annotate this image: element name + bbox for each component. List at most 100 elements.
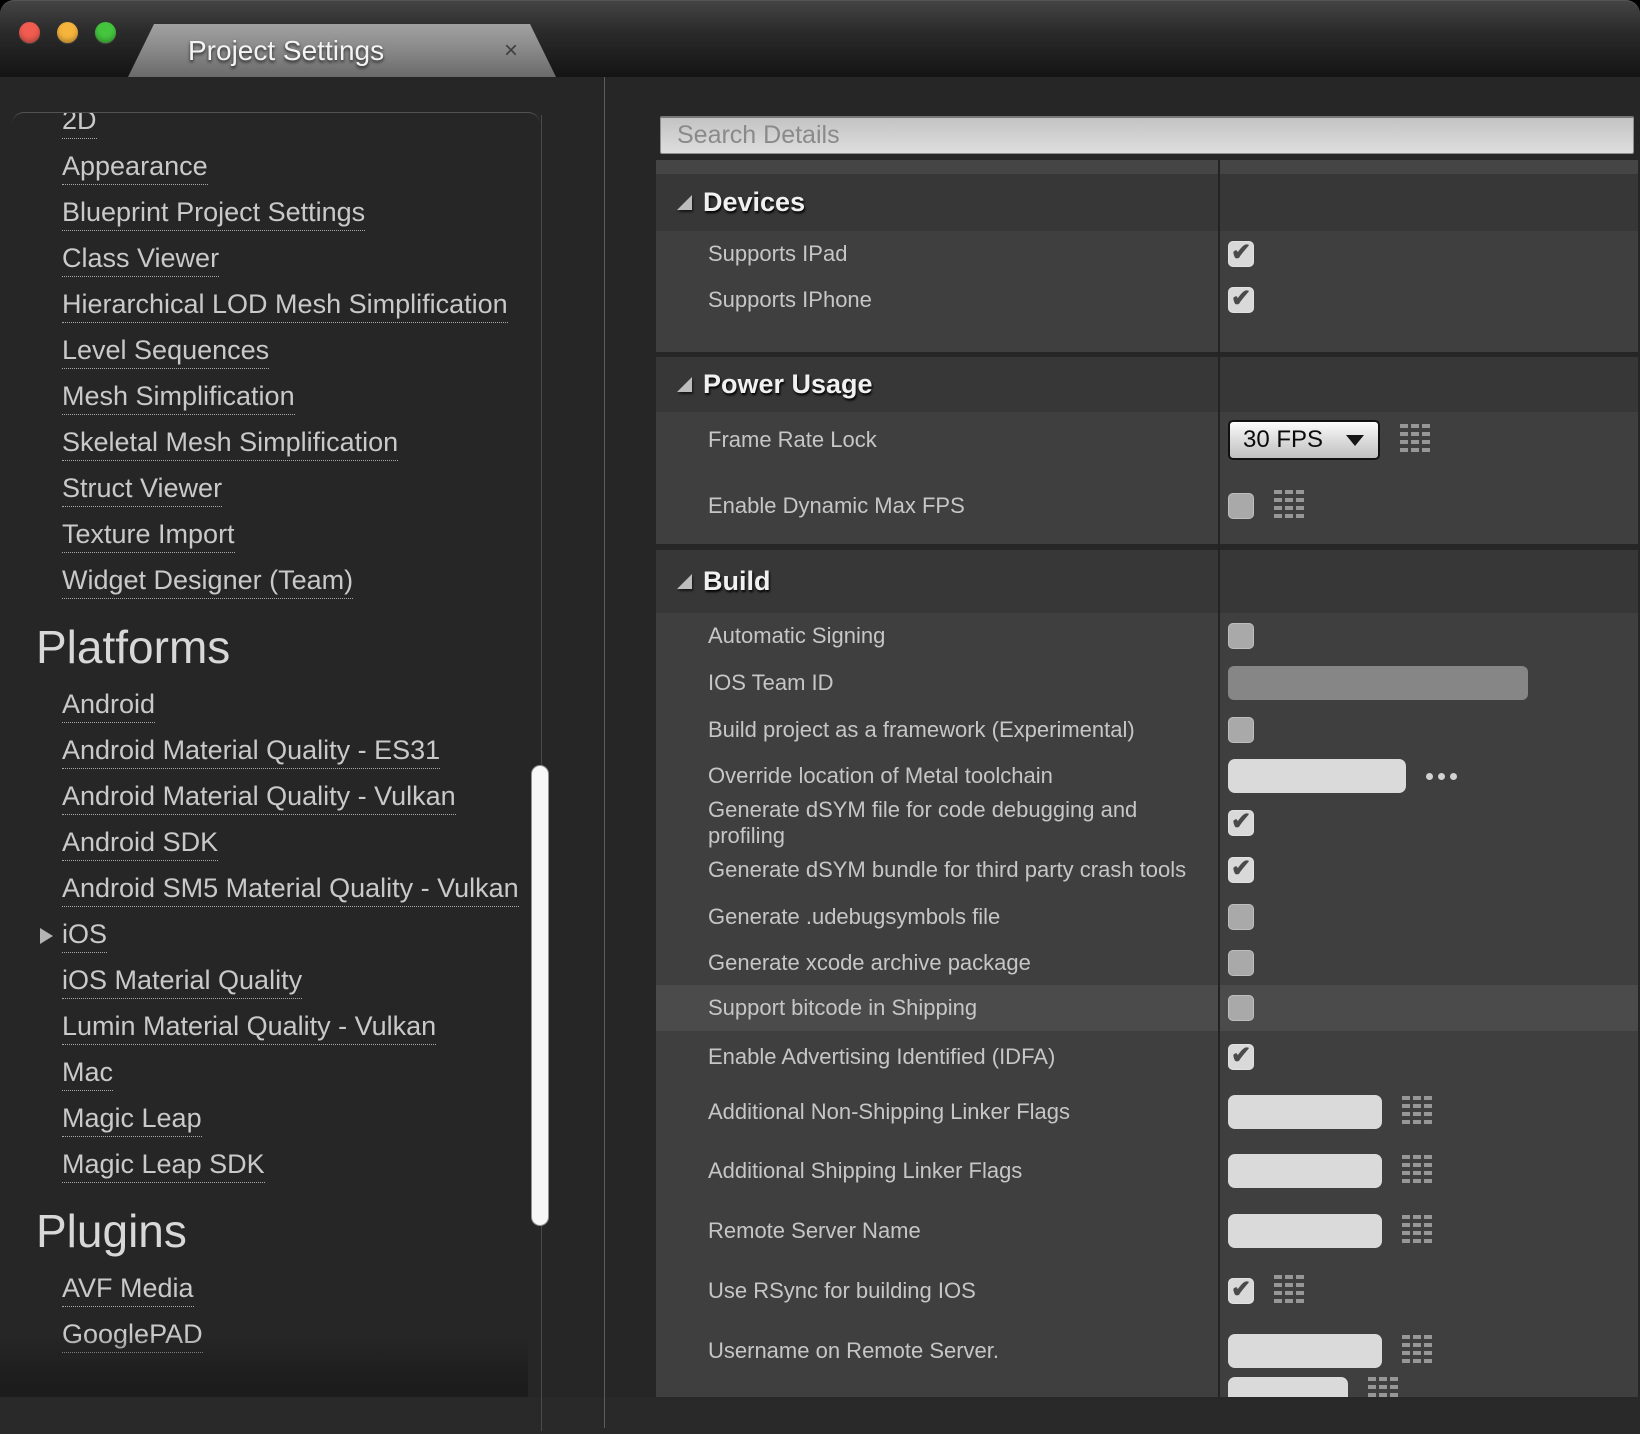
sidebar-item-android-material-quality-es31[interactable]: Android Material Quality - ES31 <box>12 729 540 775</box>
frame-rate-dropdown[interactable]: 30 FPS <box>1228 420 1380 460</box>
property-row[interactable]: Build project as a framework (Experiment… <box>656 707 1638 753</box>
section-title: Power Usage <box>703 369 873 400</box>
search-input[interactable] <box>660 116 1634 154</box>
tab-close-icon[interactable]: × <box>504 39 518 63</box>
section-header-build[interactable]: Build <box>656 550 1638 613</box>
checkbox-checked[interactable]: ✔ <box>1228 287 1254 313</box>
checkbox-unchecked[interactable] <box>1228 904 1254 930</box>
property-row[interactable]: Use RSync for building IOS ✔ <box>656 1261 1638 1321</box>
section-rows: Frame Rate Lock 30 FPS Enable Dynamic Ma… <box>656 412 1638 544</box>
property-row[interactable] <box>656 1381 1638 1397</box>
details-table: Devices Supports IPad ✔ Supports IPhone … <box>656 160 1638 1397</box>
text-field[interactable] <box>1228 1334 1382 1368</box>
grid-icon[interactable] <box>1400 424 1430 456</box>
sidebar-item-googlepad[interactable]: GooglePAD <box>12 1313 540 1359</box>
grid-icon[interactable] <box>1402 1215 1432 1247</box>
property-row[interactable]: Enable Advertising Identified (IDFA) ✔ <box>656 1031 1638 1083</box>
grid-icon[interactable] <box>1402 1335 1432 1367</box>
property-label: Additional Non-Shipping Linker Flags <box>708 1099 1070 1124</box>
sidebar-item-android-sm5-material-quality-vulkan[interactable]: Android SM5 Material Quality - Vulkan <box>12 867 540 913</box>
text-field[interactable] <box>1228 666 1528 700</box>
property-row[interactable]: Additional Non-Shipping Linker Flags <box>656 1083 1638 1141</box>
property-label: Automatic Signing <box>708 623 885 648</box>
property-label: Generate dSYM file for code debugging an… <box>708 797 1137 848</box>
checkbox-checked[interactable]: ✔ <box>1228 810 1254 836</box>
sidebar-item-class-viewer[interactable]: Class Viewer <box>12 237 540 283</box>
grid-icon[interactable] <box>1274 490 1304 522</box>
checkbox-unchecked[interactable] <box>1228 950 1254 976</box>
sidebar-item-magic-leap-sdk[interactable]: Magic Leap SDK <box>12 1143 540 1189</box>
property-label: Frame Rate Lock <box>708 427 877 452</box>
sidebar-item-hierarchical-lod-mesh-simplification[interactable]: Hierarchical LOD Mesh Simplification <box>12 283 540 329</box>
sidebar-item-mac[interactable]: Mac <box>12 1051 540 1097</box>
check-mark-icon: ✔ <box>1231 857 1251 881</box>
checkbox-checked[interactable]: ✔ <box>1228 1278 1254 1304</box>
sidebar-item-ios-material-quality[interactable]: iOS Material Quality <box>12 959 540 1005</box>
property-label: Build project as a framework (Experiment… <box>708 717 1135 742</box>
sidebar-item-struct-viewer[interactable]: Struct Viewer <box>12 467 540 513</box>
text-field[interactable] <box>1228 1377 1348 1397</box>
checkbox-unchecked[interactable] <box>1228 623 1254 649</box>
sidebar-scrollbar-thumb[interactable] <box>531 765 549 1226</box>
sidebar-item-blueprint-project-settings[interactable]: Blueprint Project Settings <box>12 191 540 237</box>
sidebar-item-avf-media[interactable]: AVF Media <box>12 1267 540 1313</box>
property-row[interactable]: Support bitcode in Shipping <box>656 985 1638 1031</box>
sidebar-item-lumin-material-quality-vulkan[interactable]: Lumin Material Quality - Vulkan <box>12 1005 540 1051</box>
property-row[interactable]: Enable Dynamic Max FPS <box>656 468 1638 544</box>
property-row[interactable]: Automatic Signing <box>656 613 1638 659</box>
property-row[interactable]: Additional Shipping Linker Flags <box>656 1141 1638 1201</box>
sidebar-item-level-sequences[interactable]: Level Sequences <box>12 329 540 375</box>
check-mark-icon: ✔ <box>1231 287 1251 311</box>
close-button[interactable] <box>19 22 40 43</box>
sidebar-item-skeletal-mesh-simplification[interactable]: Skeletal Mesh Simplification <box>12 421 540 467</box>
text-field[interactable] <box>1228 759 1406 793</box>
checkbox-checked[interactable]: ✔ <box>1228 857 1254 883</box>
tab-project-settings[interactable]: Project Settings × <box>128 24 556 77</box>
sidebar-item-magic-leap[interactable]: Magic Leap <box>12 1097 540 1143</box>
sidebar-item-android[interactable]: Android <box>12 683 540 729</box>
property-row[interactable]: Generate xcode archive package <box>656 940 1638 985</box>
text-field[interactable] <box>1228 1214 1382 1248</box>
grid-icon[interactable] <box>1274 1275 1304 1307</box>
grid-icon[interactable] <box>1402 1155 1432 1187</box>
property-label: Support bitcode in Shipping <box>708 995 977 1020</box>
checkbox-checked[interactable]: ✔ <box>1228 241 1254 267</box>
section-header-devices[interactable]: Devices <box>656 174 1638 231</box>
property-row[interactable]: Supports IPad ✔ <box>656 231 1638 277</box>
property-row[interactable]: Remote Server Name <box>656 1201 1638 1261</box>
property-row[interactable]: Generate dSYM file for code debugging an… <box>656 799 1638 846</box>
sidebar-item-appearance[interactable]: Appearance <box>12 145 540 191</box>
checkbox-checked[interactable]: ✔ <box>1228 1044 1254 1070</box>
settings-section: Build Automatic Signing IOS Team ID Buil… <box>656 550 1638 1397</box>
expand-arrow-icon <box>40 928 53 944</box>
sidebar-item-android-material-quality-vulkan[interactable]: Android Material Quality - Vulkan <box>12 775 540 821</box>
sidebar-item-widget-designer-team[interactable]: Widget Designer (Team) <box>12 559 540 605</box>
grid-icon[interactable] <box>1368 1377 1398 1397</box>
section-header-power-usage[interactable]: Power Usage <box>656 357 1638 412</box>
sidebar-item-android-sdk[interactable]: Android SDK <box>12 821 540 867</box>
zoom-button[interactable] <box>95 22 116 43</box>
property-label: Username on Remote Server. <box>708 1338 999 1363</box>
text-field[interactable] <box>1228 1154 1382 1188</box>
sidebar-item-texture-import[interactable]: Texture Import <box>12 513 540 559</box>
property-row[interactable]: IOS Team ID <box>656 659 1638 707</box>
text-field[interactable] <box>1228 1095 1382 1129</box>
check-mark-icon: ✔ <box>1231 1278 1251 1302</box>
minimize-button[interactable] <box>57 22 78 43</box>
sidebar-item-ios[interactable]: iOS <box>12 913 540 959</box>
property-row[interactable]: Supports IPhone ✔ <box>656 277 1638 323</box>
sidebar-item-mesh-simplification[interactable]: Mesh Simplification <box>12 375 540 421</box>
section-rows: Automatic Signing IOS Team ID Build proj… <box>656 613 1638 1397</box>
property-row[interactable]: Frame Rate Lock 30 FPS <box>656 412 1638 468</box>
checkbox-unchecked[interactable] <box>1228 995 1254 1021</box>
tab-title: Project Settings <box>128 35 384 67</box>
grid-icon[interactable] <box>1402 1096 1432 1128</box>
ellipsis-icon[interactable] <box>1426 773 1457 780</box>
property-row[interactable]: Override location of Metal toolchain <box>656 753 1638 799</box>
sidebar-item-2d[interactable]: 2D <box>12 112 540 145</box>
checkbox-unchecked[interactable] <box>1228 717 1254 743</box>
property-row[interactable]: Generate dSYM bundle for third party cra… <box>656 846 1638 893</box>
checkbox-unchecked[interactable] <box>1228 493 1254 519</box>
property-label: Use RSync for building IOS <box>708 1278 976 1303</box>
property-row[interactable]: Generate .udebugsymbols file <box>656 893 1638 940</box>
